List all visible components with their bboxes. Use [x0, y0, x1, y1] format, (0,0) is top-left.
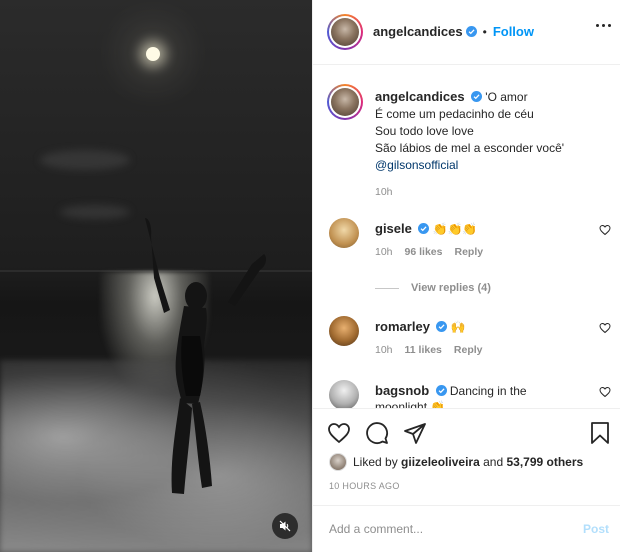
share-paper-plane-icon[interactable] — [403, 421, 427, 445]
view-replies-button[interactable]: View replies (4) — [375, 282, 491, 294]
post-side-panel: angelcandices • Follow angelcandices 'O … — [312, 0, 620, 552]
verified-badge-icon — [465, 26, 477, 37]
comment-time: 10h — [375, 344, 393, 356]
caption-time: 10h — [375, 186, 393, 198]
liked-by-connector: and — [483, 455, 504, 469]
post-timestamp[interactable]: 10 HOURS AGO — [329, 481, 400, 491]
add-comment-bar: Add a comment... Post — [313, 505, 620, 552]
verified-badge-icon — [470, 91, 482, 102]
comments-list[interactable]: angelcandices 'O amor É come um pedacinh… — [313, 66, 620, 408]
like-comment-heart-icon[interactable] — [599, 224, 611, 236]
more-options-icon[interactable] — [596, 24, 611, 27]
muted-speaker-icon — [279, 520, 291, 532]
commenter-username[interactable]: romarley — [375, 319, 430, 334]
like-heart-icon[interactable] — [327, 421, 351, 445]
add-comment-input[interactable]: Add a comment... — [329, 522, 423, 536]
liked-by-prefix: Liked by — [353, 455, 398, 469]
comment-text: 👏👏👏 — [432, 222, 478, 236]
comment-text: Dancing in the — [449, 384, 527, 398]
commenter-avatar[interactable] — [329, 316, 359, 346]
liker-username[interactable]: giizeleoliveira — [401, 455, 480, 469]
post-video[interactable] — [0, 0, 312, 552]
liker-avatar[interactable] — [329, 453, 347, 471]
reply-button[interactable]: Reply — [454, 246, 483, 258]
cloud — [40, 150, 130, 170]
comment-text: moonlight 👏 — [375, 400, 446, 408]
post-header: angelcandices • Follow — [313, 0, 620, 65]
caption-username[interactable]: angelcandices — [375, 89, 465, 104]
save-bookmark-icon[interactable] — [589, 421, 611, 445]
verified-badge-icon — [435, 385, 447, 396]
caption-avatar[interactable] — [327, 84, 363, 120]
caption-line: 'O amor — [485, 90, 528, 104]
caption-line: São lábios de mel a esconder você' — [375, 141, 565, 155]
moon — [146, 47, 160, 61]
view-replies-label: View replies (4) — [411, 282, 491, 294]
post-actions-bar — [313, 408, 620, 456]
verified-badge-icon — [418, 223, 430, 234]
commenter-username[interactable]: bagsnob — [375, 383, 429, 398]
separator-dot: • — [482, 24, 487, 39]
caption-mention-link[interactable]: @gilsonsofficial — [375, 157, 615, 174]
like-comment-heart-icon[interactable] — [599, 386, 611, 398]
verified-badge-icon — [436, 321, 448, 332]
comment-time: 10h — [375, 246, 393, 258]
dancing-woman-silhouette — [145, 218, 267, 494]
likes-count-link[interactable]: 53,799 others — [506, 455, 583, 469]
comment-bubble-icon[interactable] — [365, 421, 389, 445]
author-username[interactable]: angelcandices — [373, 24, 463, 39]
reply-button[interactable]: Reply — [454, 344, 483, 356]
commenter-username[interactable]: gisele — [375, 221, 412, 236]
like-comment-heart-icon[interactable] — [599, 322, 611, 334]
post-comment-button[interactable]: Post — [583, 522, 609, 536]
commenter-avatar[interactable] — [329, 380, 359, 408]
comment-likes[interactable]: 11 likes — [405, 344, 442, 356]
caption-line: Sou todo love love — [375, 124, 474, 138]
cloud — [60, 205, 130, 219]
author-avatar[interactable] — [327, 14, 363, 50]
follow-button[interactable]: Follow — [493, 24, 534, 39]
commenter-avatar[interactable] — [329, 218, 359, 248]
liked-by-summary: Liked by giizeleoliveira and 53,799 othe… — [329, 453, 583, 471]
caption-line: É come um pedacinho de céu — [375, 107, 534, 121]
comment-likes[interactable]: 96 likes — [405, 246, 443, 258]
mute-toggle-button[interactable] — [272, 513, 298, 539]
comment-text: 🙌 — [450, 320, 466, 334]
